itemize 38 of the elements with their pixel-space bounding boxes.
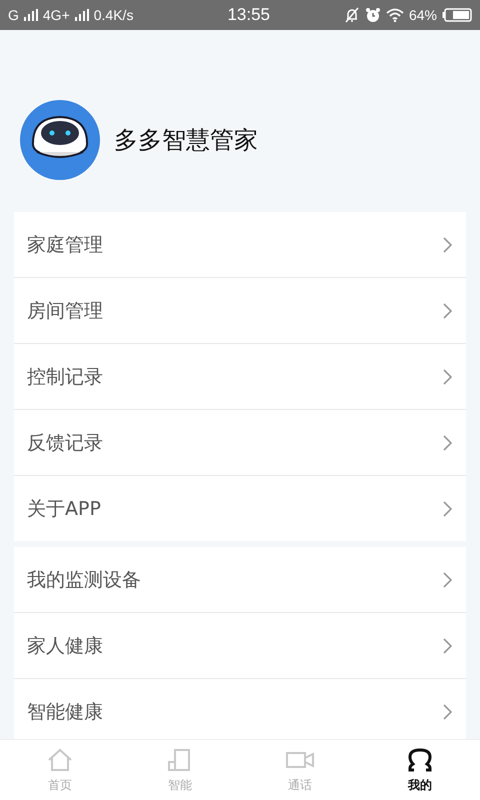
profile-name: 多多智慧管家 — [114, 125, 258, 156]
menu-item[interactable]: 家庭管理 — [14, 212, 466, 278]
battery-percent: 64% — [408, 7, 437, 23]
home-icon — [46, 746, 74, 772]
wifi-icon — [386, 8, 404, 22]
chevron-right-icon — [443, 500, 452, 516]
chevron-right-icon — [443, 302, 452, 318]
chevron-right-icon — [443, 704, 452, 720]
chevron-right-icon — [443, 434, 452, 450]
menu-item[interactable]: 智能健康 — [14, 679, 466, 739]
battery-icon — [442, 8, 472, 22]
menu-item-label: 智能健康 — [27, 700, 103, 724]
network-label: G — [8, 7, 19, 23]
alarm-clock-icon — [364, 7, 381, 23]
chevron-right-icon — [443, 236, 452, 252]
menu-item-label: 家人健康 — [27, 634, 103, 658]
menu-item[interactable]: 反馈记录 — [14, 410, 466, 476]
menu-item-label: 我的监测设备 — [27, 568, 141, 592]
menu-item-label: 控制记录 — [27, 364, 103, 390]
chevron-right-icon — [443, 638, 452, 654]
menu-item-label: 关于APP — [27, 496, 101, 522]
menu-item[interactable]: 控制记录 — [14, 344, 466, 410]
menu-item-label: 房间管理 — [27, 298, 103, 324]
bell-off-icon — [344, 7, 360, 23]
chevron-right-icon — [443, 572, 452, 588]
menu-item-label: 家庭管理 — [27, 232, 103, 258]
menu-item[interactable]: 关于APP — [14, 476, 466, 541]
menu-item-label: 反馈记录 — [27, 430, 103, 456]
menu-item[interactable]: 房间管理 — [14, 278, 466, 344]
network-label: 4G+ — [42, 7, 70, 23]
clock-time: 13:55 — [227, 5, 270, 25]
tab-button[interactable]: 我的 — [360, 740, 480, 800]
signal-icon — [24, 9, 38, 21]
signal-icon — [74, 9, 89, 21]
speed-text: 0.4K/s — [94, 7, 134, 23]
menu-item[interactable]: 我的监测设备 — [14, 547, 466, 613]
chevron-right-icon — [443, 368, 452, 384]
menu-item[interactable]: 家人健康 — [14, 613, 466, 679]
